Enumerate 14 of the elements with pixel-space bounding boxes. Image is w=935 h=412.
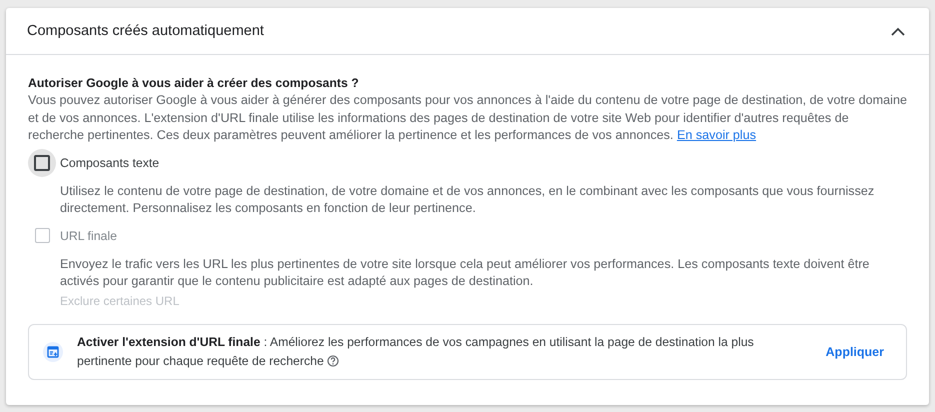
chevron-icon[interactable] bbox=[891, 26, 905, 36]
question-heading: Autoriser Google à vous aider à créer des composants ? bbox=[28, 75, 360, 92]
help-icon[interactable] bbox=[327, 354, 340, 366]
checkbox-label: URL finale bbox=[60, 228, 117, 242]
intro-paragraph: Vous pouvez autoriser Google à vous aider à générer des composants pour vos annonces à l'aide du contenu de votre page de destination, de votre domaine et de vos annonces. L'extension d'URL finale utilise les informations des pages de destination de votre site Web pour identifier d'autres requêtes de recherche pertinentes. Ces deux paramètres peuvent améliorer la pertinence et les performances de vos annonces. En savoir plus bbox=[28, 92, 907, 144]
banner-text: Activer l'extension d'URL finale : Améliorez les performances de vos campagnes en utilisant la page de destination la plus pertinente pour chaque requête de recherche bbox=[77, 334, 755, 370]
checkbox[interactable] bbox=[34, 154, 50, 170]
learn-more-link[interactable]: En savoir plus bbox=[676, 128, 756, 142]
option-description: Envoyez le trafic vers les URL les plus pertinentes de votre site lorsque cela peut améliorer vos performances. Les composants texte doivent être activés pour garantir que le contenu publicitaire est adapté aux pages de destination. bbox=[60, 256, 870, 290]
form-add-icon bbox=[43, 342, 63, 362]
checkbox-label: Composants texte bbox=[60, 156, 160, 170]
apply-button[interactable]: Appliquer bbox=[824, 340, 886, 362]
panel-title: Composants créés automatiquement bbox=[27, 23, 264, 39]
option-description: Utilisez le contenu de votre page de destination, de votre domaine et de vos annonces, en le combinant avec les composants que vous fournissez directement. Personnalisez les composants en fonction de leur pertinence. bbox=[60, 182, 876, 217]
